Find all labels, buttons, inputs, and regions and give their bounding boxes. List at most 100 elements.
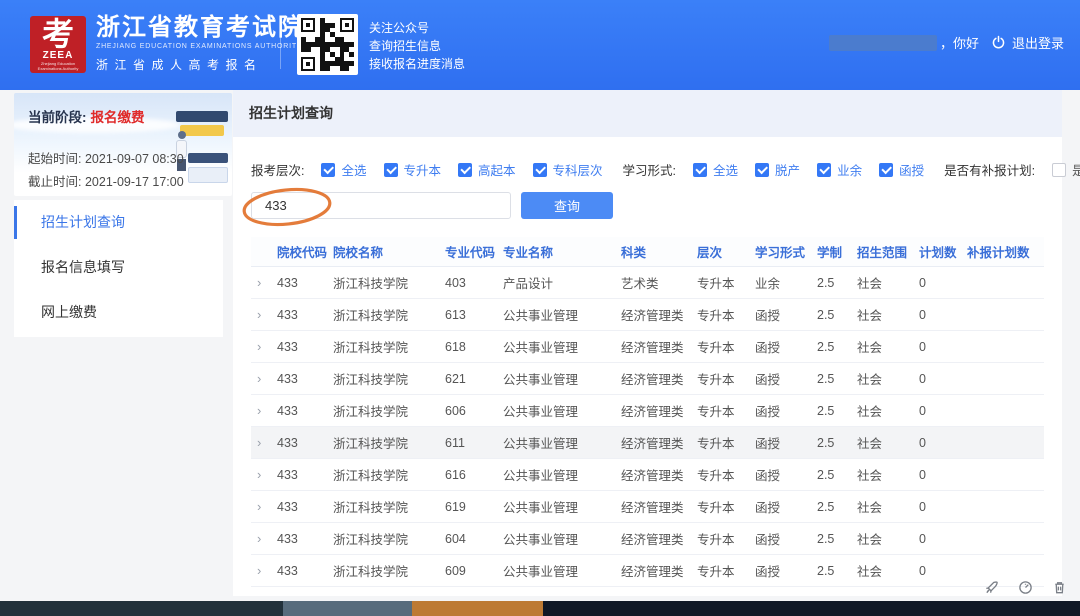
table-cell: 社会 — [857, 369, 919, 388]
checkbox-label: 业余 — [837, 160, 862, 179]
qr-caption-line: 关注公众号 — [369, 19, 465, 37]
table-cell: 专升本 — [697, 561, 755, 580]
filter-checkbox-专升本[interactable]: 专升本 — [384, 160, 442, 179]
table-cell: 609 — [445, 564, 503, 578]
expand-row-icon[interactable]: › — [251, 307, 277, 322]
table-cell: 433 — [277, 276, 333, 290]
expand-row-icon[interactable]: › — [251, 275, 277, 290]
expand-row-icon[interactable]: › — [251, 371, 277, 386]
org-subtitle: 浙江省成人高考报名 — [96, 57, 304, 73]
expand-row-icon[interactable]: › — [251, 339, 277, 354]
table-cell: 浙江科技学院 — [333, 465, 445, 484]
username-redacted — [829, 35, 937, 51]
table-cell: 专升本 — [697, 369, 755, 388]
filter-checkbox-函授[interactable]: 函授 — [879, 160, 924, 179]
table-cell: 浙江科技学院 — [333, 401, 445, 420]
table-cell: 经济管理类 — [621, 337, 697, 356]
sidebar-item-报名信息填写[interactable]: 报名信息填写 — [14, 245, 223, 290]
table-cell: 2.5 — [817, 404, 857, 418]
stage-value: 报名缴费 — [91, 110, 145, 125]
expand-row-icon[interactable]: › — [251, 435, 277, 450]
checked-checkbox-icon[interactable] — [321, 163, 335, 177]
school-code-input[interactable] — [251, 192, 511, 219]
filter-checkbox-全选[interactable]: 全选 — [321, 160, 366, 179]
table-cell: 浙江科技学院 — [333, 561, 445, 580]
table-cell: 606 — [445, 404, 503, 418]
logout-button[interactable]: 退出登录 — [1012, 33, 1064, 52]
table-cell: 公共事业管理 — [503, 497, 621, 516]
table-row: ›433浙江科技学院609公共事业管理经济管理类专升本函授2.5社会0 — [251, 555, 1044, 587]
table-cell: 专升本 — [697, 433, 755, 452]
expand-row-icon[interactable]: › — [251, 563, 277, 578]
checked-checkbox-icon[interactable] — [533, 163, 547, 177]
trash-icon[interactable] — [1052, 580, 1067, 595]
checked-checkbox-icon[interactable] — [458, 163, 472, 177]
table-cell: 公共事业管理 — [503, 561, 621, 580]
table-cell: 0 — [919, 404, 967, 418]
table-cell: 经济管理类 — [621, 401, 697, 420]
table-cell: 433 — [277, 308, 333, 322]
table-cell: 公共事业管理 — [503, 529, 621, 548]
table-cell: 浙江科技学院 — [333, 305, 445, 324]
power-icon[interactable] — [991, 35, 1006, 50]
sidebar-item-招生计划查询[interactable]: 招生计划查询 — [14, 200, 223, 245]
filter-checkbox-业余[interactable]: 业余 — [817, 160, 862, 179]
logo-glyph: 考 — [30, 17, 86, 51]
active-indicator — [14, 206, 17, 239]
table-cell: 社会 — [857, 497, 919, 516]
table-cell: 经济管理类 — [621, 561, 697, 580]
unchecked-checkbox-icon[interactable] — [1052, 163, 1066, 177]
table-row: ›433浙江科技学院618公共事业管理经济管理类专升本函授2.5社会0 — [251, 331, 1044, 363]
sidebar-item-网上缴费[interactable]: 网上缴费 — [14, 290, 223, 335]
query-button[interactable]: 查询 — [521, 192, 613, 219]
table-cell: 611 — [445, 436, 503, 450]
stage-times: 起始时间: 2021-09-07 08:30 截止时间: 2021-09-17 … — [28, 148, 184, 194]
filter-checkbox-脱产[interactable]: 脱产 — [755, 160, 800, 179]
speedometer-icon[interactable] — [1018, 580, 1033, 595]
checked-checkbox-icon[interactable] — [755, 163, 769, 177]
filter-checkbox-高起本[interactable]: 高起本 — [458, 160, 516, 179]
column-header: 计划数 — [919, 242, 967, 261]
table-cell: 浙江科技学院 — [333, 529, 445, 548]
expand-row-icon[interactable]: › — [251, 403, 277, 418]
table-cell: 433 — [277, 532, 333, 546]
checked-checkbox-icon[interactable] — [817, 163, 831, 177]
bottom-edge-bar — [0, 601, 1080, 616]
filter-row: 报考层次: 全选专升本高起本专科层次 学习形式: 全选脱产业余函授 是否有补报计… — [251, 137, 1044, 179]
filter-checkbox-专科层次[interactable]: 专科层次 — [533, 160, 603, 179]
filter-checkbox-全选[interactable]: 全选 — [693, 160, 738, 179]
table-cell: 公共事业管理 — [503, 433, 621, 452]
table-cell: 621 — [445, 372, 503, 386]
table-cell: 0 — [919, 436, 967, 450]
table-cell: 2.5 — [817, 532, 857, 546]
suppl-filter-label: 是否有补报计划: — [944, 160, 1035, 179]
table-cell: 2.5 — [817, 276, 857, 290]
start-time: 起始时间: 2021-09-07 08:30 — [28, 148, 184, 171]
checked-checkbox-icon[interactable] — [384, 163, 398, 177]
table-cell: 专升本 — [697, 273, 755, 292]
plan-table: 院校代码院校名称专业代码专业名称科类层次学习形式学制招生范围计划数补报计划数 ›… — [251, 237, 1044, 587]
table-cell: 公共事业管理 — [503, 305, 621, 324]
checked-checkbox-icon[interactable] — [879, 163, 893, 177]
filter-checkbox-是[interactable]: 是 — [1052, 160, 1080, 179]
column-header: 专业名称 — [503, 242, 621, 261]
checkbox-label: 全选 — [341, 160, 366, 179]
table-cell: 0 — [919, 468, 967, 482]
sidebar-item-label: 报名信息填写 — [41, 259, 125, 275]
column-header: 科类 — [621, 242, 697, 261]
column-header: 院校名称 — [333, 242, 445, 261]
checkbox-label: 脱产 — [775, 160, 800, 179]
table-cell: 0 — [919, 564, 967, 578]
expand-row-icon[interactable]: › — [251, 467, 277, 482]
rocket-icon[interactable] — [984, 580, 999, 595]
expand-row-icon[interactable]: › — [251, 531, 277, 546]
table-cell: 433 — [277, 372, 333, 386]
expand-row-icon[interactable]: › — [251, 499, 277, 514]
checked-checkbox-icon[interactable] — [693, 163, 707, 177]
table-row: ›433浙江科技学院403产品设计艺术类专升本业余2.5社会0 — [251, 267, 1044, 299]
sidebar-menu: 招生计划查询报名信息填写网上缴费 — [14, 200, 223, 337]
table-cell: 函授 — [755, 369, 817, 388]
column-header: 层次 — [697, 242, 755, 261]
table-cell: 公共事业管理 — [503, 337, 621, 356]
table-cell: 函授 — [755, 305, 817, 324]
